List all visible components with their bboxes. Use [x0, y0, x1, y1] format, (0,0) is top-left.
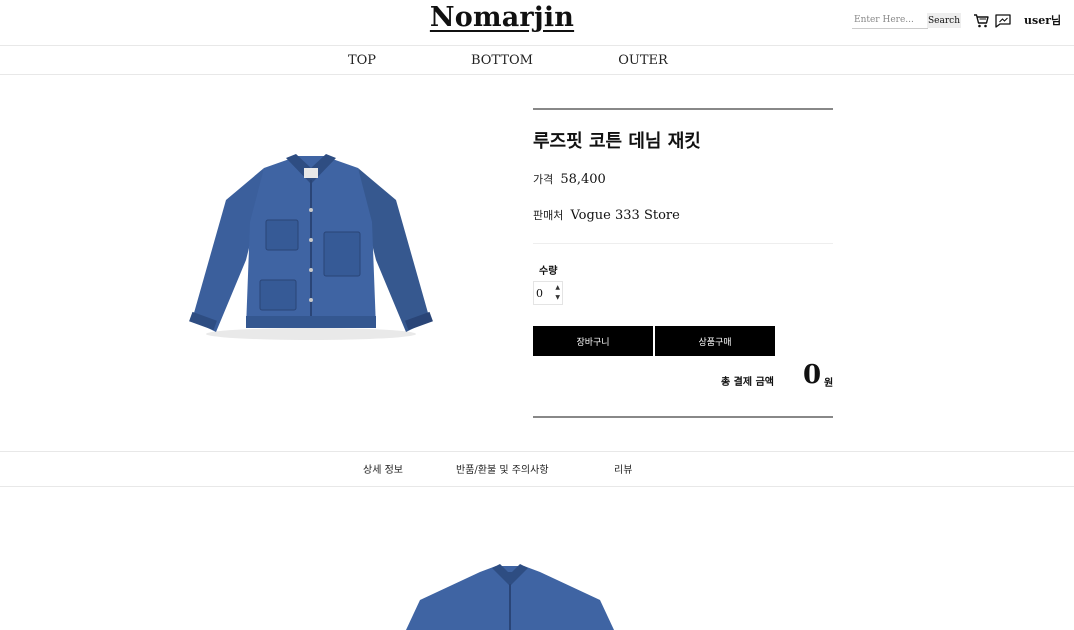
- nav-item-bottom[interactable]: BOTTOM: [452, 53, 552, 68]
- total-value: 0: [803, 360, 822, 390]
- tab-returns[interactable]: 반품/환불 및 주의사항: [456, 461, 549, 476]
- detail-image: [400, 560, 620, 630]
- spinner-down-icon[interactable]: ▼: [555, 294, 560, 301]
- total-label: 총 결제 금액: [721, 377, 774, 388]
- info-divider: [533, 243, 833, 244]
- user-menu[interactable]: user님: [1024, 12, 1061, 28]
- message-icon[interactable]: [994, 12, 1012, 30]
- info-top-divider: [533, 108, 833, 110]
- search-button[interactable]: Search: [927, 13, 961, 28]
- nav-item-top[interactable]: TOP: [312, 53, 412, 68]
- tab-reviews[interactable]: 리뷰: [614, 461, 632, 476]
- quantity-label: 수량: [539, 266, 558, 277]
- add-to-cart-button[interactable]: 장바구니: [533, 326, 653, 356]
- quantity-value[interactable]: 0: [536, 287, 543, 300]
- cart-icon[interactable]: [972, 12, 990, 30]
- detail-tabs: 상세 정보 반품/환불 및 주의사항 리뷰: [0, 451, 1074, 487]
- seller-row: 판매처 Vogue 333 Store: [533, 204, 680, 223]
- product-image: [186, 150, 436, 345]
- seller-value: Vogue 333 Store: [570, 208, 680, 223]
- site-header: Nomarjin Search user님: [0, 0, 1074, 46]
- info-bottom-divider: [533, 416, 833, 418]
- nav-item-outer[interactable]: OUTER: [593, 53, 693, 68]
- price-value: 58,400: [560, 172, 606, 187]
- category-nav: TOP BOTTOM OUTER: [0, 46, 1074, 75]
- seller-label: 판매처: [533, 209, 564, 222]
- tab-detail-info[interactable]: 상세 정보: [363, 461, 403, 476]
- quantity-stepper[interactable]: 0 ▲ ▼: [533, 281, 563, 305]
- total-unit: 원: [824, 378, 834, 389]
- price-label: 가격: [533, 173, 554, 186]
- price-row: 가격 58,400: [533, 168, 606, 187]
- buy-now-button[interactable]: 상품구매: [655, 326, 775, 356]
- spinner-up-icon[interactable]: ▲: [555, 284, 560, 291]
- product-title: 루즈핏 코튼 데님 재킷: [533, 131, 701, 152]
- search-input[interactable]: [852, 12, 928, 29]
